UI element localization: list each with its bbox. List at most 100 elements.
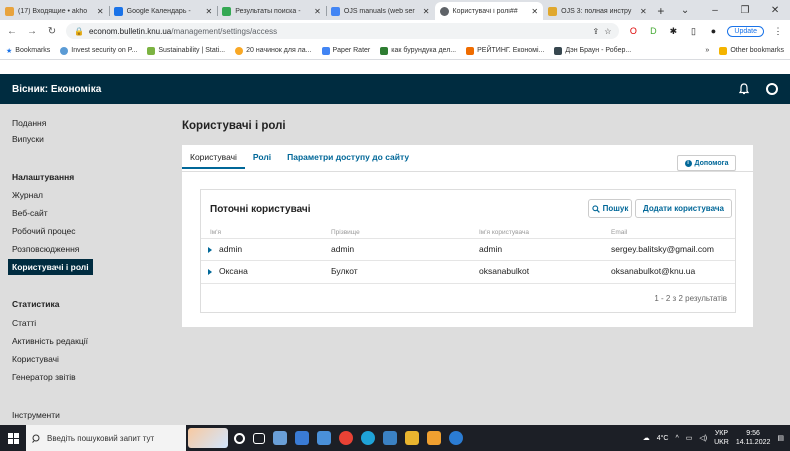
nav-distribution[interactable]: Розповсюдження — [12, 244, 79, 254]
browser-tab[interactable]: Результаты поиска - ✕ — [217, 2, 326, 20]
close-tab-icon[interactable]: ✕ — [97, 7, 104, 16]
cloud-icon[interactable]: ☁ — [643, 434, 650, 442]
bookmark-label: 20 начинок для ла... — [246, 47, 312, 54]
app-icon[interactable] — [405, 431, 419, 445]
maximize-icon[interactable]: ❐ — [730, 5, 760, 16]
search-button[interactable]: Пошук — [588, 199, 632, 218]
update-button[interactable]: Update — [727, 25, 764, 37]
reload-icon[interactable]: ↻ — [46, 26, 58, 37]
side-panel-icon[interactable]: ▯ — [687, 25, 699, 37]
nav-workflow[interactable]: Робочий процес — [12, 226, 76, 236]
add-user-button[interactable]: Додати користувача — [635, 199, 732, 218]
bookmark-item[interactable]: Invest security on P... — [60, 46, 137, 55]
bookmark-item[interactable]: РЕЙТИНГ. Економі... — [466, 46, 544, 55]
expand-row-icon[interactable] — [208, 247, 212, 253]
close-window-icon[interactable]: ✕ — [760, 5, 790, 16]
close-tab-icon[interactable]: ✕ — [640, 7, 647, 16]
ojs-favicon-icon — [548, 6, 558, 16]
profile-avatar-icon[interactable]: ● — [707, 25, 719, 37]
nav-journal[interactable]: Журнал — [12, 190, 43, 200]
grid-title: Поточні користувачі — [210, 204, 311, 215]
app-icon[interactable] — [273, 431, 287, 445]
language-indicator[interactable]: УКР UKR — [714, 429, 729, 447]
more-menu-icon[interactable]: ⋮ — [772, 25, 784, 37]
task-view-icon[interactable] — [253, 432, 265, 444]
bookmark-favicon-icon — [147, 46, 156, 55]
app-icon[interactable] — [449, 431, 463, 445]
tab-site-access[interactable]: Параметри доступу до сайту — [279, 145, 417, 169]
bookmarks-overflow-button[interactable]: » — [705, 47, 709, 54]
nav-users[interactable]: Користувачі — [12, 354, 59, 364]
bookmark-item[interactable]: ★ Bookmarks — [6, 47, 50, 55]
volume-icon[interactable]: ◁) — [699, 434, 707, 442]
app-header: Вісник: Економіка — [0, 74, 790, 104]
notifications-bell-icon[interactable] — [738, 83, 750, 95]
lock-icon[interactable]: 🔒 — [74, 27, 84, 36]
weather-temperature[interactable]: 4°C — [657, 435, 669, 442]
bookmark-item[interactable]: Paper Rater — [321, 46, 370, 55]
page-tabs: Користувачі Ролі Параметри доступу до са… — [182, 145, 417, 169]
forward-icon[interactable]: → — [26, 26, 38, 37]
cell-first-name: admin — [219, 244, 243, 254]
cortana-icon[interactable] — [234, 432, 245, 444]
nav-statistics-heading[interactable]: Статистика — [12, 299, 60, 309]
app-icon[interactable] — [317, 431, 331, 445]
site-title[interactable]: Вісник: Економіка — [12, 84, 101, 95]
nav-website[interactable]: Веб-сайт — [12, 208, 48, 218]
star-icon[interactable]: ☆ — [604, 27, 611, 36]
extension-icon[interactable]: D — [647, 25, 659, 37]
browser-tab-title: Користувачі і ролі## — [452, 7, 518, 15]
new-tab-button[interactable]: + — [652, 2, 670, 20]
back-icon[interactable]: ← — [6, 26, 18, 37]
tab-users[interactable]: Користувачі — [182, 145, 245, 169]
browser-tab[interactable]: (17) Входящие • akho ✕ — [0, 2, 109, 20]
puzzle-extensions-icon[interactable]: ✱ — [667, 25, 679, 37]
chrome-icon[interactable] — [339, 431, 353, 445]
nav-submissions[interactable]: Подання — [12, 118, 46, 128]
notifications-icon[interactable]: ▤ — [777, 434, 784, 442]
browser-tab-active[interactable]: Користувачі і ролі## ✕ — [434, 2, 544, 20]
browser-tab[interactable]: Google Календарь - ✕ — [108, 2, 218, 20]
bookmark-item[interactable]: Sustainability | Stati... — [147, 46, 225, 55]
close-tab-icon[interactable]: ✕ — [206, 7, 213, 16]
info-icon: i — [684, 159, 692, 167]
browser-tab-title: Результаты поиска - — [235, 7, 301, 15]
app-icon[interactable] — [427, 431, 441, 445]
close-tab-icon[interactable]: ✕ — [531, 7, 538, 16]
bookmark-item[interactable]: Дэн Браун - Робер... — [554, 46, 631, 55]
tab-roles[interactable]: Ролі — [245, 145, 279, 169]
address-bar[interactable]: 🔒 econom.bulletin.knu.ua/management/sett… — [66, 23, 620, 39]
windows-start-icon[interactable] — [0, 425, 26, 451]
user-account-icon[interactable] — [766, 83, 778, 95]
nav-settings-heading[interactable]: Налаштування — [12, 172, 74, 182]
share-icon[interactable]: ⇪ — [593, 27, 600, 36]
close-tab-icon[interactable]: ✕ — [314, 7, 321, 16]
bookmark-item[interactable]: 20 начинок для ла... — [235, 46, 312, 55]
expand-row-icon[interactable] — [208, 269, 212, 275]
page-title: Користувачі і ролі — [182, 120, 286, 132]
help-label: Допомога — [694, 159, 729, 167]
clock[interactable]: 9:56 14.11.2022 — [736, 429, 771, 447]
opera-extension-icon[interactable]: O — [627, 25, 639, 37]
nav-issues[interactable]: Випуски — [12, 134, 44, 144]
tray-chevron-icon[interactable]: ^ — [675, 435, 678, 442]
nav-tools[interactable]: Інструменти — [12, 410, 60, 420]
bookmark-item[interactable]: как бурундука дел... — [380, 46, 456, 55]
network-icon[interactable]: ▭ — [686, 434, 693, 442]
other-bookmarks[interactable]: Other bookmarks — [719, 46, 784, 55]
app-icon[interactable] — [295, 431, 309, 445]
nav-articles[interactable]: Статті — [12, 318, 36, 328]
taskbar-search-box[interactable]: Введіть пошуковий запит тут — [26, 425, 186, 451]
nav-users-roles[interactable]: Користувачі і ролі — [8, 259, 93, 275]
nav-editorial-activity[interactable]: Активність редакції — [12, 336, 88, 346]
browser-tab[interactable]: OJS manuals (web ser ✕ — [325, 2, 435, 20]
help-button[interactable]: i Допомога — [677, 155, 736, 171]
app-icon[interactable] — [383, 431, 397, 445]
minimize-icon[interactable]: – — [700, 5, 730, 16]
nav-report-generator[interactable]: Генератор звітів — [12, 372, 76, 382]
tab-search-icon[interactable]: ⌄ — [670, 5, 700, 16]
windows-taskbar: Введіть пошуковий запит тут ☁ 4°C ^ ▭ ◁)… — [0, 425, 790, 451]
edge-icon[interactable] — [361, 431, 375, 445]
browser-tab[interactable]: OJS 3: полная инстру ✕ — [543, 2, 652, 20]
close-tab-icon[interactable]: ✕ — [423, 7, 430, 16]
